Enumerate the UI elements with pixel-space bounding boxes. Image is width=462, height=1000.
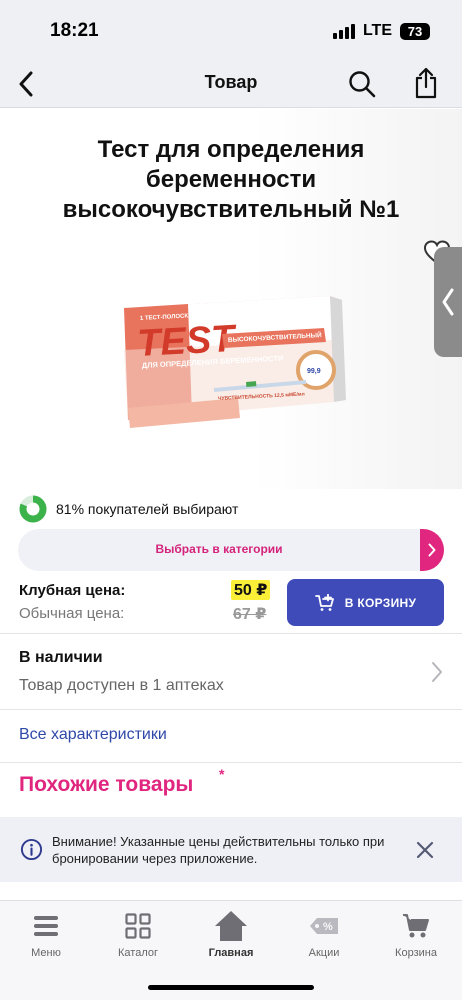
tab-label: Корзина	[395, 947, 437, 959]
network-label: LTE	[362, 22, 392, 39]
price-notice-banner: Внимание! Указанные цены действительны т…	[0, 817, 462, 882]
battery-icon: 73	[400, 22, 430, 40]
tab-menu[interactable]: Меню	[0, 909, 92, 969]
availability-subtitle[interactable]: Товар доступен в 1 аптеках	[19, 677, 224, 695]
product-image: 1 ТЕСТ-ПОЛОСКА TEST ДЛЯ ОПРЕДЕЛЕНИЯ БЕРЕ…	[118, 290, 348, 450]
chevron-right-icon	[428, 543, 436, 557]
add-to-cart-label: В КОРЗИНУ	[344, 595, 417, 610]
page-title: Товар	[204, 72, 258, 92]
tab-label: Акции	[308, 947, 340, 959]
search-icon	[349, 71, 376, 98]
availability-title[interactable]: В наличии	[19, 649, 103, 667]
regular-price-label: Обычная цена:	[19, 605, 125, 622]
choose-category-label: Выбрать в категории	[155, 542, 283, 556]
tab-label: Каталог	[118, 947, 158, 959]
status-time: 18:21	[50, 20, 99, 41]
category-arrow[interactable]	[420, 529, 444, 571]
club-price-label: Клубная цена:	[19, 582, 126, 599]
tab-promotions[interactable]: % Акции	[278, 909, 370, 969]
divider	[0, 709, 462, 710]
club-price-value: 50 ₽	[231, 580, 271, 600]
chevron-left-icon	[442, 288, 454, 316]
tab-label: Меню	[31, 947, 61, 959]
similar-products-title: Похожие товары	[19, 773, 194, 796]
share-icon	[415, 67, 437, 99]
nav-bar: Товар	[0, 60, 462, 108]
share-button[interactable]	[408, 64, 444, 102]
tab-home[interactable]: Главная	[185, 909, 277, 969]
home-icon	[213, 909, 249, 943]
status-indicators: LTE 73	[332, 22, 430, 40]
svg-text:%: %	[323, 921, 333, 933]
status-bar: 18:21 LTE 73	[0, 0, 462, 60]
similar-products-marker: *	[219, 766, 225, 782]
home-indicator	[148, 985, 314, 990]
chevron-right-icon[interactable]	[430, 660, 444, 684]
price-notice-text: Внимание! Указанные цены действительны т…	[52, 834, 385, 866]
promo-tag-icon: %	[306, 909, 342, 943]
search-button[interactable]	[344, 66, 380, 102]
catalog-icon	[120, 909, 156, 943]
add-to-cart-button[interactable]: В КОРЗИНУ	[287, 579, 444, 626]
cart-icon	[398, 909, 434, 943]
all-specs-link[interactable]: Все характеристики	[19, 726, 167, 744]
info-icon	[20, 838, 43, 861]
divider	[0, 762, 462, 763]
box-accuracy-label: 99,9	[307, 368, 321, 375]
choose-category-button[interactable]: Выбрать в категории	[18, 529, 444, 571]
close-icon[interactable]	[416, 841, 434, 859]
popularity-text: 81% покупателей выбирают	[56, 501, 239, 517]
side-panel-toggle[interactable]	[434, 247, 462, 357]
regular-price-value: 67 ₽	[233, 606, 267, 623]
popularity-indicator: 81% покупателей выбирают	[18, 494, 238, 524]
tab-catalog[interactable]: Каталог	[92, 909, 184, 969]
tab-label: Главная	[208, 947, 254, 959]
divider	[0, 633, 462, 634]
tab-cart[interactable]: Корзина	[370, 909, 462, 969]
product-title: Тест для определения беременности высоко…	[62, 136, 400, 223]
menu-icon	[28, 909, 64, 943]
cart-plus-icon	[314, 593, 334, 611]
popularity-ring-icon	[19, 495, 47, 523]
signal-icon	[332, 23, 355, 39]
